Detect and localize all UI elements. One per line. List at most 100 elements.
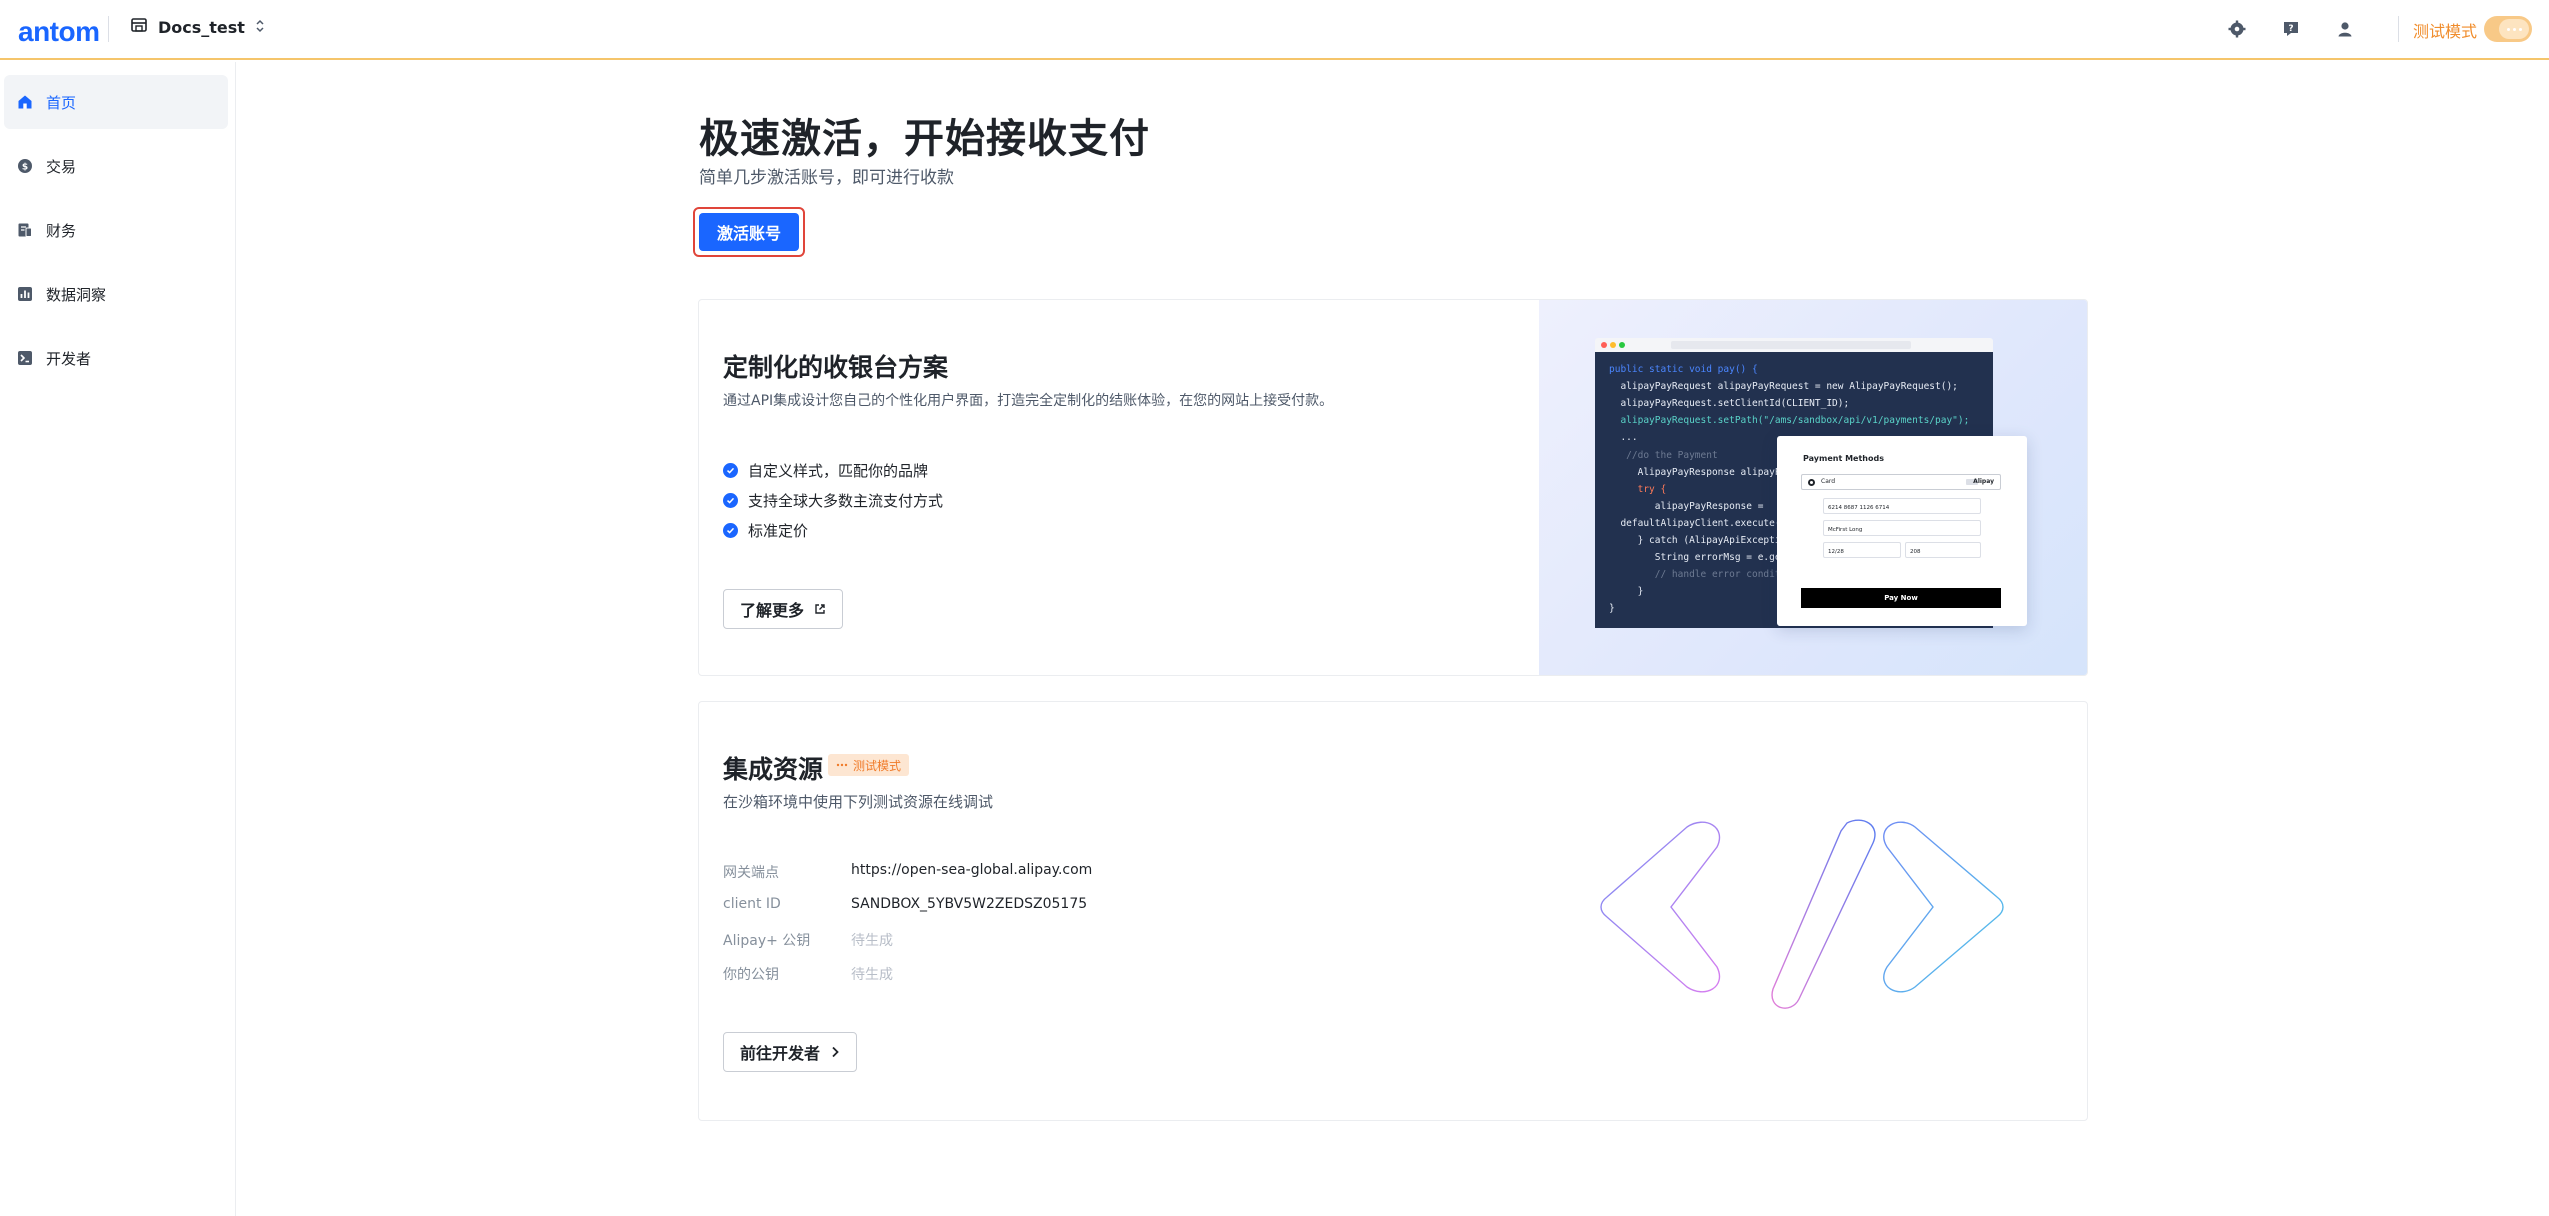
code-line: String errorMsg = e.getM xyxy=(1609,552,1793,563)
button-label: 前往开发者 xyxy=(740,1044,821,1063)
your-public-key-label: 你的公钥 xyxy=(723,967,779,983)
checkout-solution-card: 定制化的收银台方案 通过API集成设计您自己的个性化用户界面，打造完全定制化的结… xyxy=(698,299,2088,676)
expiry-field: 12/28 xyxy=(1823,542,1901,558)
gateway-endpoint-value[interactable]: https://open-sea-global.alipay.com xyxy=(851,862,1092,878)
header-divider xyxy=(2398,16,2399,42)
code-line: try { xyxy=(1609,484,1667,495)
payment-methods-preview: Payment Methods Card Alipay 6214 8687 11… xyxy=(1777,436,2027,626)
sidebar-item-data-insights[interactable]: 数据洞察 xyxy=(4,267,228,321)
sidebar-item-label: 首页 xyxy=(46,93,77,112)
test-mode-toggle[interactable] xyxy=(2484,16,2532,42)
code-line: AlipayPayResponse alipayP xyxy=(1609,467,1781,478)
checkout-illustration: public static void pay() { alipayPayRequ… xyxy=(1539,300,2087,675)
test-mode-badge: 测试模式 xyxy=(828,754,910,776)
page-title: 极速激活，开始接收支付 xyxy=(699,116,1150,162)
card-name-field: McFirst Long xyxy=(1823,520,1981,536)
home-icon xyxy=(16,93,34,111)
card-title: 集成资源 xyxy=(723,755,824,784)
code-line: alipayPayRequest.setClientId(CLIENT_ID); xyxy=(1609,398,1850,409)
chevron-updown-icon xyxy=(255,18,265,37)
window-dot xyxy=(1610,342,1616,348)
feature-item: 标准定价 xyxy=(723,520,808,541)
code-brackets-illustration xyxy=(1600,819,2004,1009)
antom-logo[interactable]: antom xyxy=(18,16,100,48)
code-line: // handle error conditio xyxy=(1609,569,1793,580)
toggle-knob xyxy=(2499,19,2529,39)
svg-text:?: ? xyxy=(2288,24,2293,34)
transaction-icon: $ xyxy=(16,157,34,175)
card-subtitle: 在沙箱环境中使用下列测试资源在线调试 xyxy=(723,793,994,811)
button-label: 了解更多 xyxy=(740,601,805,620)
code-line: } catch (AlipayApiException xyxy=(1609,535,1793,546)
account-name: Docs_test xyxy=(158,17,245,37)
activate-account-button[interactable]: 激活账号 xyxy=(699,213,799,251)
check-circle-icon xyxy=(723,493,738,508)
page-subtitle: 简单几步激活账号，即可进行收款 xyxy=(699,168,954,188)
client-id-value[interactable]: SANDBOX_5YBV5W2ZEDSZ05175 xyxy=(851,896,1087,912)
feature-text: 标准定价 xyxy=(748,522,809,540)
finance-icon xyxy=(16,221,34,239)
test-mode-label: 测试模式 xyxy=(2413,22,2478,41)
alipay-public-key-label: Alipay+ 公钥 xyxy=(723,933,811,949)
code-line: } xyxy=(1609,603,1615,614)
learn-more-button[interactable]: 了解更多 xyxy=(723,589,844,629)
check-circle-icon xyxy=(723,463,738,478)
top-header: antom Docs_test ? 测试模式 xyxy=(0,0,2549,60)
gateway-endpoint-label: 网关端点 xyxy=(723,865,779,881)
payment-methods-title: Payment Methods xyxy=(1803,454,1884,463)
sidebar-item-developer[interactable]: 开发者 xyxy=(4,331,228,385)
your-public-key-value: 待生成 xyxy=(851,967,893,983)
store-icon xyxy=(130,16,148,38)
payment-method-row: Card Alipay xyxy=(1801,474,2001,490)
sidebar-item-label: 财务 xyxy=(46,221,77,240)
code-icon xyxy=(836,758,848,772)
sidebar-item-label: 数据洞察 xyxy=(46,285,107,304)
feature-item: 支持全球大多数主流支付方式 xyxy=(723,490,943,511)
radio-selected-icon xyxy=(1808,479,1815,486)
alipay-public-key-value: 待生成 xyxy=(851,933,893,949)
check-circle-icon xyxy=(723,523,738,538)
chevron-right-icon xyxy=(830,1043,840,1062)
feature-text: 自定义样式，匹配你的品牌 xyxy=(748,462,929,480)
code-line: } xyxy=(1609,586,1644,597)
card-description: 通过API集成设计您自己的个性化用户界面，打造完全定制化的结账体验，在您的网站上… xyxy=(723,393,1334,409)
method-brand: Alipay xyxy=(1973,478,1994,485)
header-divider xyxy=(108,16,109,42)
code-line: public static void pay() { xyxy=(1609,364,1758,375)
badge-label: 测试模式 xyxy=(853,758,902,773)
client-id-label: client ID xyxy=(723,896,781,912)
chart-icon xyxy=(16,285,34,303)
pay-now-button: Pay Now xyxy=(1801,588,2001,608)
sidebar: 首页 $ 交易 财务 数据洞察 开发者 xyxy=(0,62,236,1216)
card-title: 定制化的收银台方案 xyxy=(723,353,949,382)
card-number-field: 6214 8687 1126 6714 xyxy=(1823,498,1981,514)
sidebar-item-finance[interactable]: 财务 xyxy=(4,203,228,257)
account-switcher[interactable]: Docs_test xyxy=(130,16,265,38)
address-bar xyxy=(1671,341,1911,349)
feature-text: 支持全球大多数主流支付方式 xyxy=(748,492,944,510)
code-line: alipayPayResponse = xyxy=(1609,501,1764,512)
go-to-developer-button[interactable]: 前往开发者 xyxy=(723,1032,858,1072)
terminal-icon xyxy=(16,349,34,367)
help-icon[interactable]: ? xyxy=(2277,15,2305,43)
window-dot xyxy=(1601,342,1607,348)
user-icon[interactable] xyxy=(2331,15,2359,43)
integration-resources-card: 集成资源 测试模式 在沙箱环境中使用下列测试资源在线调试 网关端点 https:… xyxy=(698,701,2088,1121)
svg-text:$: $ xyxy=(22,163,28,173)
external-link-icon xyxy=(814,600,826,619)
activate-button-highlight: 激活账号 xyxy=(693,207,805,257)
code-line: ... xyxy=(1609,432,1638,443)
sidebar-item-label: 交易 xyxy=(46,157,77,176)
code-line: defaultAlipayClient.execute(a xyxy=(1609,518,1787,529)
browser-chrome xyxy=(1595,338,1993,352)
code-line: alipayPayRequest.setPath("/ams/sandbox/a… xyxy=(1609,415,1970,426)
code-line: //do the Payment xyxy=(1609,450,1718,461)
method-label: Card xyxy=(1821,478,1836,485)
window-dot xyxy=(1619,342,1625,348)
sidebar-item-home[interactable]: 首页 xyxy=(4,75,228,129)
settings-icon[interactable] xyxy=(2223,15,2251,43)
sidebar-item-transactions[interactable]: $ 交易 xyxy=(4,139,228,193)
sidebar-item-label: 开发者 xyxy=(46,349,92,368)
cvv-field: 208 xyxy=(1905,542,1981,558)
code-line: alipayPayRequest alipayPayRequest = new … xyxy=(1609,381,1958,392)
